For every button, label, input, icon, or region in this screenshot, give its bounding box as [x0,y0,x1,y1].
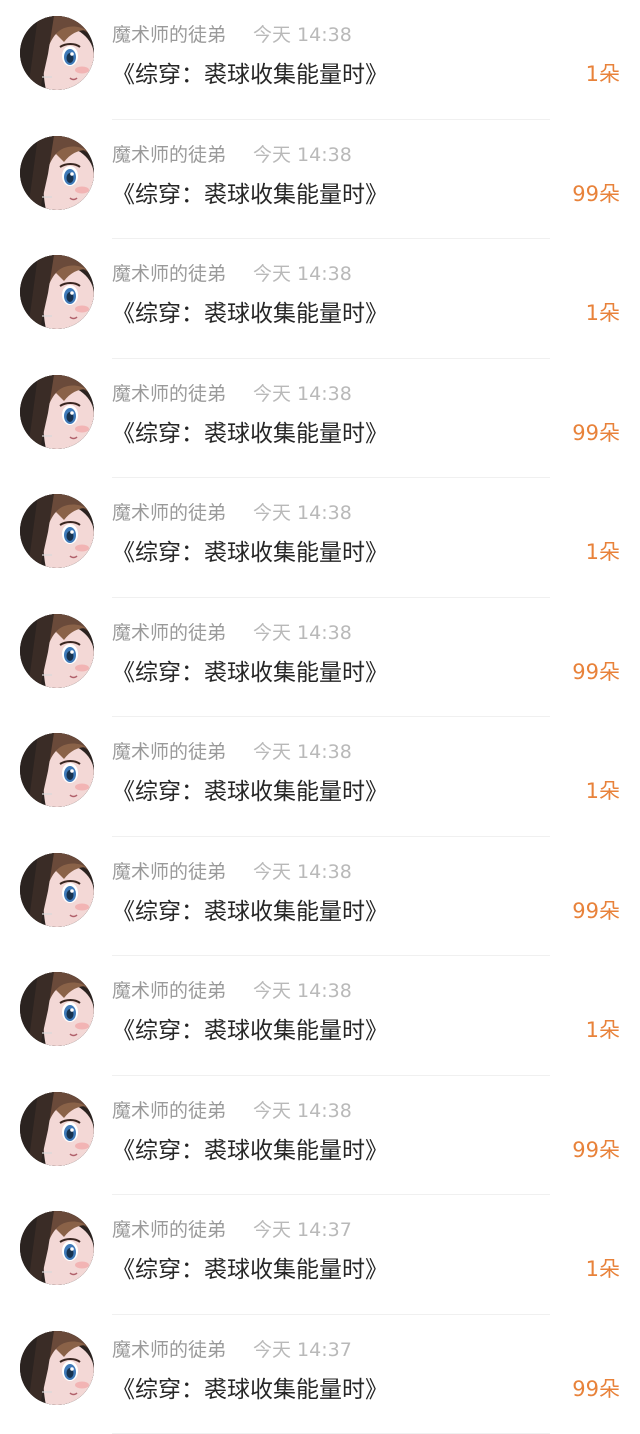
timestamp: 今天 14:38 [253,976,352,1003]
book-title[interactable]: 《综穿：裘球收集能量时》 [112,1131,388,1165]
avatar[interactable] [20,733,94,807]
book-title[interactable]: 《综穿：裘球收集能量时》 [112,892,388,926]
timestamp: 今天 14:38 [253,498,352,525]
gift-count: 1朵 [586,1014,620,1044]
book-title[interactable]: 《综穿：裘球收集能量时》 [112,772,388,806]
sender-name[interactable]: 魔术师的徒弟 [112,498,226,525]
list-item[interactable]: 魔术师的徒弟 今天 14:37 《综穿：裘球收集能量时》 1朵 [0,1195,640,1315]
anime-character-avatar-icon [20,614,94,688]
avatar[interactable] [20,1211,94,1285]
avatar[interactable] [20,1092,94,1166]
timestamp: 今天 14:38 [253,20,352,47]
gift-count: 99朵 [572,895,620,925]
book-title[interactable]: 《综穿：裘球收集能量时》 [112,294,388,328]
sender-name[interactable]: 魔术师的徒弟 [112,20,226,47]
list-item[interactable]: 魔术师的徒弟 今天 14:38 《综穿：裘球收集能量时》 1朵 [0,239,640,359]
list-item[interactable]: 魔术师的徒弟 今天 14:38 《综穿：裘球收集能量时》 99朵 [0,1076,640,1196]
timestamp: 今天 14:38 [253,737,352,764]
book-title[interactable]: 《综穿：裘球收集能量时》 [112,414,388,448]
sender-name[interactable]: 魔术师的徒弟 [112,976,226,1003]
timestamp: 今天 14:37 [253,1335,352,1362]
list-item[interactable]: 魔术师的徒弟 今天 14:38 《综穿：裘球收集能量时》 99朵 [0,120,640,240]
gift-message-list: 魔术师的徒弟 今天 14:38 《综穿：裘球收集能量时》 1朵 魔术师的徒弟 今… [0,0,640,1416]
list-item[interactable]: 魔术师的徒弟 今天 14:38 《综穿：裘球收集能量时》 1朵 [0,717,640,837]
timestamp: 今天 14:38 [253,259,352,286]
sender-name[interactable]: 魔术师的徒弟 [112,618,226,645]
avatar[interactable] [20,1331,94,1405]
timestamp: 今天 14:38 [253,618,352,645]
gift-count: 99朵 [572,178,620,208]
list-item[interactable]: 魔术师的徒弟 今天 14:37 《综穿：裘球收集能量时》 99朵 [0,1315,640,1434]
gift-count: 1朵 [586,1253,620,1283]
sender-name[interactable]: 魔术师的徒弟 [112,379,226,406]
sender-name[interactable]: 魔术师的徒弟 [112,1335,226,1362]
list-item[interactable]: 魔术师的徒弟 今天 14:38 《综穿：裘球收集能量时》 99朵 [0,837,640,957]
anime-character-avatar-icon [20,1331,94,1405]
gift-count: 1朵 [586,58,620,88]
avatar[interactable] [20,494,94,568]
book-title[interactable]: 《综穿：裘球收集能量时》 [112,1370,388,1404]
sender-name[interactable]: 魔术师的徒弟 [112,1215,226,1242]
gift-count: 1朵 [586,775,620,805]
gift-count: 1朵 [586,536,620,566]
timestamp: 今天 14:37 [253,1215,352,1242]
timestamp: 今天 14:38 [253,1096,352,1123]
book-title[interactable]: 《综穿：裘球收集能量时》 [112,175,388,209]
book-title[interactable]: 《综穿：裘球收集能量时》 [112,55,388,89]
anime-character-avatar-icon [20,733,94,807]
list-item[interactable]: 魔术师的徒弟 今天 14:38 《综穿：裘球收集能量时》 1朵 [0,0,640,120]
anime-character-avatar-icon [20,255,94,329]
anime-character-avatar-icon [20,136,94,210]
avatar[interactable] [20,16,94,90]
book-title[interactable]: 《综穿：裘球收集能量时》 [112,533,388,567]
anime-character-avatar-icon [20,494,94,568]
gift-count: 99朵 [572,656,620,686]
anime-character-avatar-icon [20,1092,94,1166]
avatar[interactable] [20,136,94,210]
sender-name[interactable]: 魔术师的徒弟 [112,259,226,286]
list-item[interactable]: 魔术师的徒弟 今天 14:38 《综穿：裘球收集能量时》 1朵 [0,956,640,1076]
list-item[interactable]: 魔术师的徒弟 今天 14:38 《综穿：裘球收集能量时》 1朵 [0,478,640,598]
list-item[interactable]: 魔术师的徒弟 今天 14:38 《综穿：裘球收集能量时》 99朵 [0,598,640,718]
gift-count: 99朵 [572,1373,620,1403]
anime-character-avatar-icon [20,375,94,449]
list-item[interactable]: 魔术师的徒弟 今天 14:38 《综穿：裘球收集能量时》 99朵 [0,359,640,479]
avatar[interactable] [20,255,94,329]
gift-count: 99朵 [572,417,620,447]
avatar[interactable] [20,853,94,927]
gift-count: 99朵 [572,1134,620,1164]
anime-character-avatar-icon [20,972,94,1046]
sender-name[interactable]: 魔术师的徒弟 [112,1096,226,1123]
book-title[interactable]: 《综穿：裘球收集能量时》 [112,1011,388,1045]
timestamp: 今天 14:38 [253,379,352,406]
sender-name[interactable]: 魔术师的徒弟 [112,857,226,884]
book-title[interactable]: 《综穿：裘球收集能量时》 [112,1250,388,1284]
avatar[interactable] [20,972,94,1046]
book-title[interactable]: 《综穿：裘球收集能量时》 [112,653,388,687]
anime-character-avatar-icon [20,16,94,90]
sender-name[interactable]: 魔术师的徒弟 [112,737,226,764]
sender-name[interactable]: 魔术师的徒弟 [112,140,226,167]
gift-count: 1朵 [586,297,620,327]
avatar[interactable] [20,614,94,688]
timestamp: 今天 14:38 [253,140,352,167]
avatar[interactable] [20,375,94,449]
anime-character-avatar-icon [20,853,94,927]
anime-character-avatar-icon [20,1211,94,1285]
timestamp: 今天 14:38 [253,857,352,884]
